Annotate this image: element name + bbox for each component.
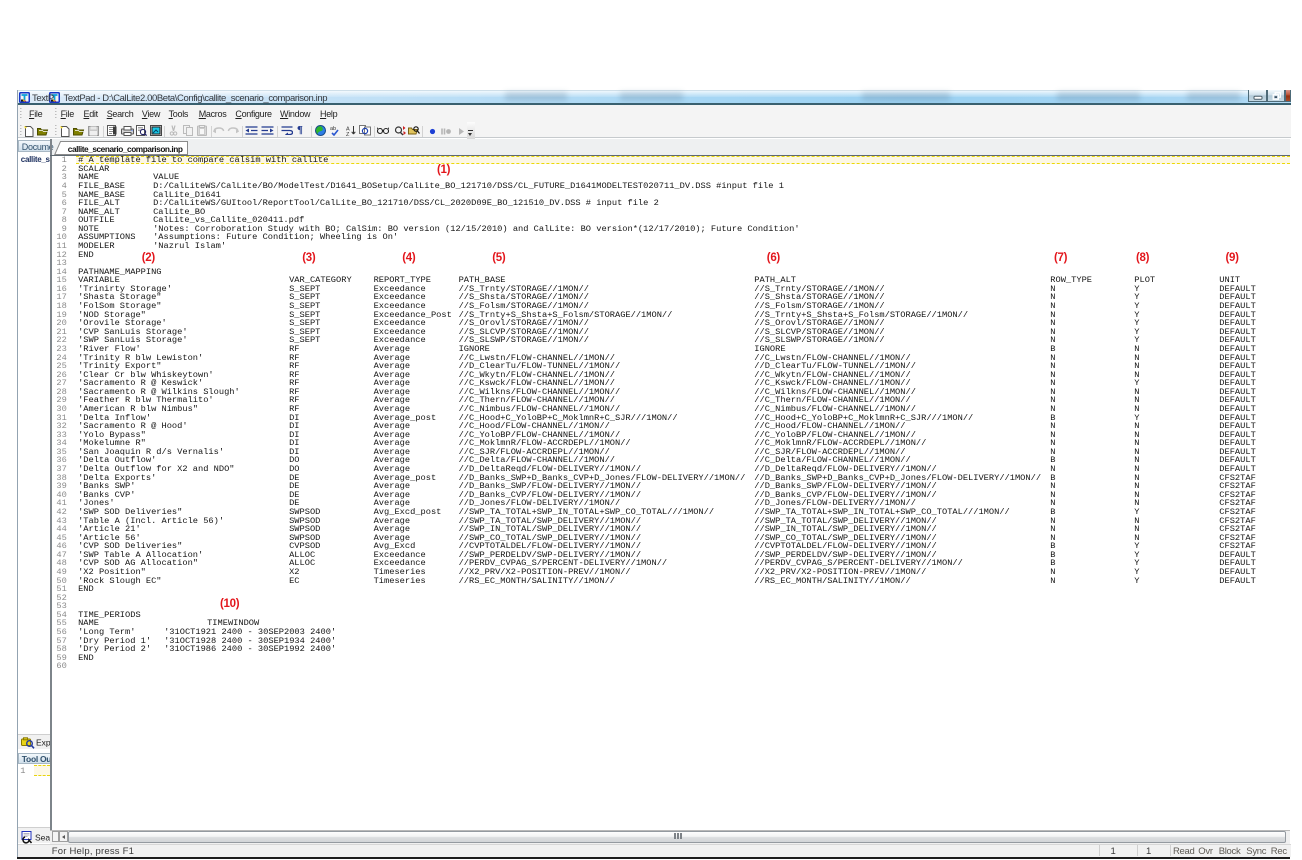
svg-text:ab: ab (330, 126, 336, 132)
svg-text:Z: Z (346, 132, 350, 136)
svg-text:Expl: Expl (36, 738, 50, 748)
